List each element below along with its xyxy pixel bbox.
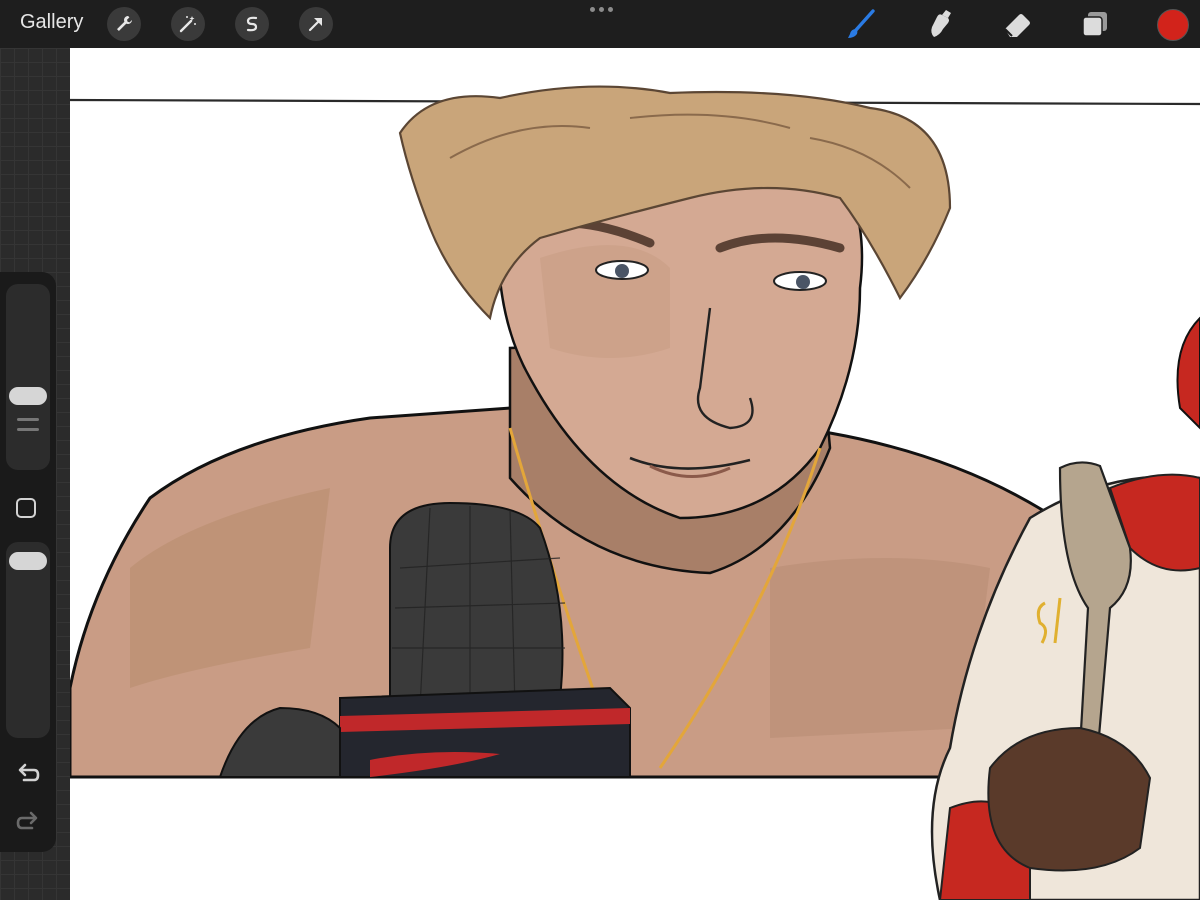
redo-icon[interactable]	[14, 810, 42, 836]
eraser-icon[interactable]	[999, 6, 1035, 42]
artwork-illustration	[70, 85, 1200, 900]
undo-icon[interactable]	[14, 762, 42, 788]
magic-wand-icon[interactable]	[171, 7, 205, 41]
wrench-icon[interactable]	[107, 7, 141, 41]
opacity-slider[interactable]	[6, 542, 50, 738]
layers-icon[interactable]	[1077, 6, 1113, 42]
brush-size-thumb[interactable]	[9, 387, 47, 406]
transform-arrow-icon[interactable]	[299, 7, 333, 41]
brush-size-slider[interactable]	[6, 284, 50, 470]
grip-line	[17, 418, 39, 421]
sidebar	[0, 272, 56, 852]
opacity-thumb[interactable]	[9, 551, 47, 570]
top-toolbar: Gallery	[0, 0, 1200, 48]
color-picker-swatch[interactable]	[1157, 9, 1189, 41]
smudge-icon[interactable]	[921, 6, 957, 42]
selection-icon[interactable]	[235, 7, 269, 41]
modify-button[interactable]	[16, 498, 36, 518]
brush-icon[interactable]	[843, 6, 879, 42]
drawing-canvas[interactable]	[70, 48, 1200, 900]
gallery-button[interactable]: Gallery	[20, 11, 83, 34]
grip-line	[17, 428, 39, 431]
canvas-handle-dots[interactable]	[588, 2, 614, 16]
